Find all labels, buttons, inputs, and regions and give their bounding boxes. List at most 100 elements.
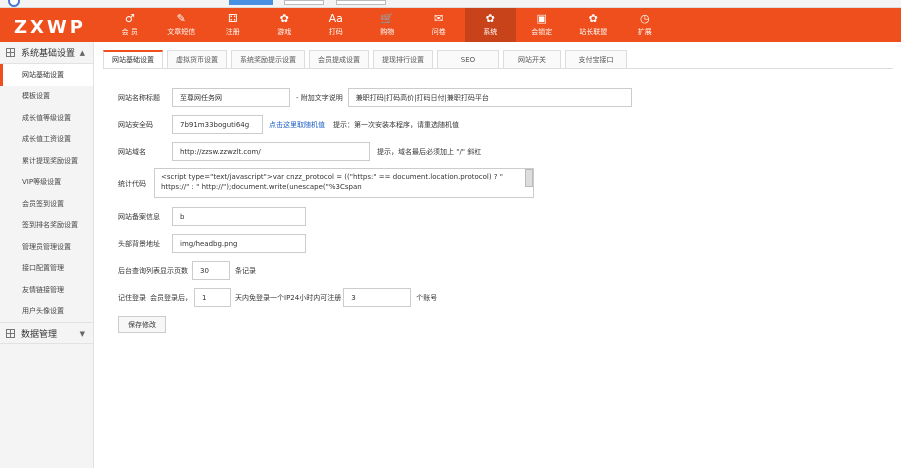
site-name-input[interactable]: 至尊网任务网 bbox=[172, 88, 290, 107]
nav-item-lock[interactable]: ▣ 会锁定 bbox=[516, 8, 568, 42]
member-icon: ♂ bbox=[124, 12, 135, 25]
nav-label: 注册 bbox=[225, 28, 240, 36]
sidebar-item-avatar[interactable]: 用户头像设置 bbox=[0, 301, 93, 323]
tab-virtual-currency[interactable]: 虚拟货币设置 bbox=[167, 50, 227, 68]
row-header-bg: 头部背景地址 img/headbg.png bbox=[118, 234, 306, 253]
browser-strip-button[interactable] bbox=[229, 0, 273, 5]
stat-code-scrollbar[interactable] bbox=[525, 169, 533, 187]
gear-icon: ✿ bbox=[485, 12, 495, 25]
site-logo: ZXWP bbox=[14, 17, 86, 38]
row-save: 保存修改 bbox=[118, 316, 166, 333]
row-page-size: 后台查询列表显示页数 30 条记录 bbox=[118, 261, 256, 280]
page-size-unit: 条记录 bbox=[235, 266, 256, 275]
sidebar-item-admin[interactable]: 管理员管理设置 bbox=[0, 236, 93, 258]
stat-code-textarea[interactable]: <script type="text/javascript">var cnzz_… bbox=[154, 168, 534, 198]
nav-item-system[interactable]: ✿ 系统 bbox=[464, 8, 516, 42]
nav-label: 文章短信 bbox=[167, 28, 196, 36]
gear-icon: ✿ bbox=[588, 12, 598, 25]
remember-login-label: 记住登录 bbox=[118, 293, 146, 302]
icp-input[interactable]: b bbox=[172, 207, 306, 226]
tab-site-basic[interactable]: 网站基础设置 bbox=[103, 50, 163, 68]
row-stat-code: 统计代码 <script type="text/javascript">var … bbox=[118, 168, 534, 200]
tab-member-commission[interactable]: 会员提成设置 bbox=[309, 50, 369, 68]
register-icon: ⚃ bbox=[227, 12, 238, 25]
domain-label: 网站域名 bbox=[118, 147, 146, 156]
nav-label: 会 员 bbox=[121, 28, 138, 36]
header-bg-label: 头部背景地址 bbox=[118, 239, 160, 248]
header-bg-input[interactable]: img/headbg.png bbox=[172, 234, 306, 253]
grid-icon bbox=[6, 48, 15, 57]
nav-item-member[interactable]: ♂ 会 员 bbox=[104, 8, 156, 42]
nav-item-shop[interactable]: 🛒 购物 bbox=[362, 8, 414, 42]
domain-input[interactable]: http://zzsw.zzwzlt.com/ bbox=[172, 142, 370, 161]
random-value-link[interactable]: 点击这里取随机值 bbox=[269, 120, 325, 130]
nav-label: 问卷 bbox=[431, 28, 446, 36]
mail-icon: ✉ bbox=[434, 12, 444, 25]
account-count-unit: 个账号 bbox=[416, 293, 438, 302]
box-icon: ▣ bbox=[536, 12, 547, 25]
tab-seo[interactable]: SEO bbox=[437, 50, 499, 68]
icp-label: 网站备案信息 bbox=[118, 212, 160, 221]
sidebar-item-growth-wage[interactable]: 成长值工资设置 bbox=[0, 129, 93, 151]
sidebar-item-growth-level[interactable]: 成长值等级设置 bbox=[0, 107, 93, 129]
row-security-code: 网站安全码 7b91m33boguti64g 点击这里取随机值 提示：第一次安装… bbox=[118, 115, 459, 134]
browser-strip-field[interactable] bbox=[336, 0, 386, 5]
nav-label: 会锁定 bbox=[531, 28, 553, 36]
chevron-up-icon: ▲ bbox=[79, 49, 85, 57]
sidebar: 系统基础设置 ▲ 网站基础设置 模板设置 成长值等级设置 成长值工资设置 累计提… bbox=[0, 42, 94, 468]
page-size-input[interactable]: 30 bbox=[192, 261, 230, 280]
account-count-input[interactable]: 3 bbox=[343, 288, 412, 307]
save-button[interactable]: 保存修改 bbox=[118, 316, 166, 333]
sidebar-item-template[interactable]: 模板设置 bbox=[0, 86, 93, 108]
sidebar-item-vip-level[interactable]: VIP等级设置 bbox=[0, 172, 93, 194]
browser-logo-icon bbox=[8, 0, 20, 7]
sidebar-group-data[interactable]: 数据管理 ▼ bbox=[0, 322, 93, 344]
sidebar-item-site-basic[interactable]: 网站基础设置 bbox=[0, 64, 93, 86]
sidebar-group-label: 数据管理 bbox=[21, 329, 58, 340]
remember-prefix: 会员登录后， bbox=[150, 293, 192, 302]
sidebar-item-api[interactable]: 接口配置管理 bbox=[0, 258, 93, 280]
nav-item-alliance[interactable]: ✿ 站长联盟 bbox=[568, 8, 620, 42]
nav-item-article[interactable]: ✎ 文章短信 bbox=[156, 8, 208, 42]
remember-mid-text: 天内免登录一个IP24小时内可注册 bbox=[235, 293, 342, 302]
sidebar-group-system[interactable]: 系统基础设置 ▲ bbox=[0, 42, 93, 64]
nav-item-register[interactable]: ⚃ 注册 bbox=[207, 8, 259, 42]
sidebar-item-withdraw-reward[interactable]: 累计提现奖励设置 bbox=[0, 150, 93, 172]
nav-item-game[interactable]: ✿ 游戏 bbox=[259, 8, 311, 42]
nav-item-extend[interactable]: ◷ 扩展 bbox=[619, 8, 671, 42]
browser-toolbar-strip bbox=[0, 0, 901, 8]
browser-strip-field[interactable] bbox=[284, 0, 324, 5]
nav-label: 打码 bbox=[328, 28, 343, 36]
remember-days-input[interactable]: 1 bbox=[194, 288, 231, 307]
stat-code-label: 统计代码 bbox=[118, 180, 146, 188]
nav-label: 游戏 bbox=[277, 28, 292, 36]
edit-icon: ✎ bbox=[176, 12, 186, 25]
clock-icon: ◷ bbox=[639, 12, 650, 25]
sidebar-item-checkin[interactable]: 会员签到设置 bbox=[0, 193, 93, 215]
domain-hint: 提示，域名最后必须加上 "/" 斜杠 bbox=[377, 147, 482, 156]
row-domain: 网站域名 http://zzsw.zzwzlt.com/ 提示，域名最后必须加上… bbox=[118, 142, 481, 161]
site-name-label: 网站名称标题 bbox=[118, 93, 160, 102]
tab-withdraw-rank[interactable]: 提现排行设置 bbox=[373, 50, 433, 68]
tab-alipay[interactable]: 支付宝接口 bbox=[565, 50, 627, 68]
extra-text-input[interactable]: 兼职打码|打码高价|打码日付|兼职打码平台 bbox=[347, 88, 632, 107]
stat-code-wrapper: <script type="text/javascript">var cnzz_… bbox=[154, 168, 534, 200]
nav-label: 扩展 bbox=[637, 28, 652, 36]
main-content: 网站基础设置 虚拟货币设置 系统奖励提示设置 会员提成设置 提现排行设置 SEO… bbox=[95, 42, 901, 468]
nav-label: 系统 bbox=[483, 28, 498, 36]
nav-item-survey[interactable]: ✉ 问卷 bbox=[413, 8, 465, 42]
settings-tabs: 网站基础设置 虚拟货币设置 系统奖励提示设置 会员提成设置 提现排行设置 SEO… bbox=[103, 50, 893, 69]
cart-icon: 🛒 bbox=[380, 12, 395, 25]
nav-label: 站长联盟 bbox=[579, 28, 608, 36]
sidebar-item-links[interactable]: 友情链接管理 bbox=[0, 279, 93, 301]
chevron-down-icon: ▼ bbox=[79, 330, 85, 338]
top-nav: ♂ 会 员 ✎ 文章短信 ⚃ 注册 ✿ 游戏 Aa 打码 🛒 购物 ✉ 问卷 ✿ 系统 ▣ 会锁定… bbox=[104, 8, 671, 42]
sidebar-item-checkin-rank[interactable]: 签到排名奖励设置 bbox=[0, 215, 93, 237]
page-size-label: 后台查询列表显示页数 bbox=[118, 266, 188, 275]
nav-item-captcha[interactable]: Aa 打码 bbox=[310, 8, 362, 42]
tab-site-switch[interactable]: 网站开关 bbox=[503, 50, 561, 68]
security-code-input[interactable]: 7b91m33boguti64g bbox=[172, 115, 263, 134]
nav-label: 购物 bbox=[380, 28, 395, 36]
tab-system-reward[interactable]: 系统奖励提示设置 bbox=[231, 50, 305, 68]
sidebar-group-label: 系统基础设置 bbox=[21, 49, 76, 59]
